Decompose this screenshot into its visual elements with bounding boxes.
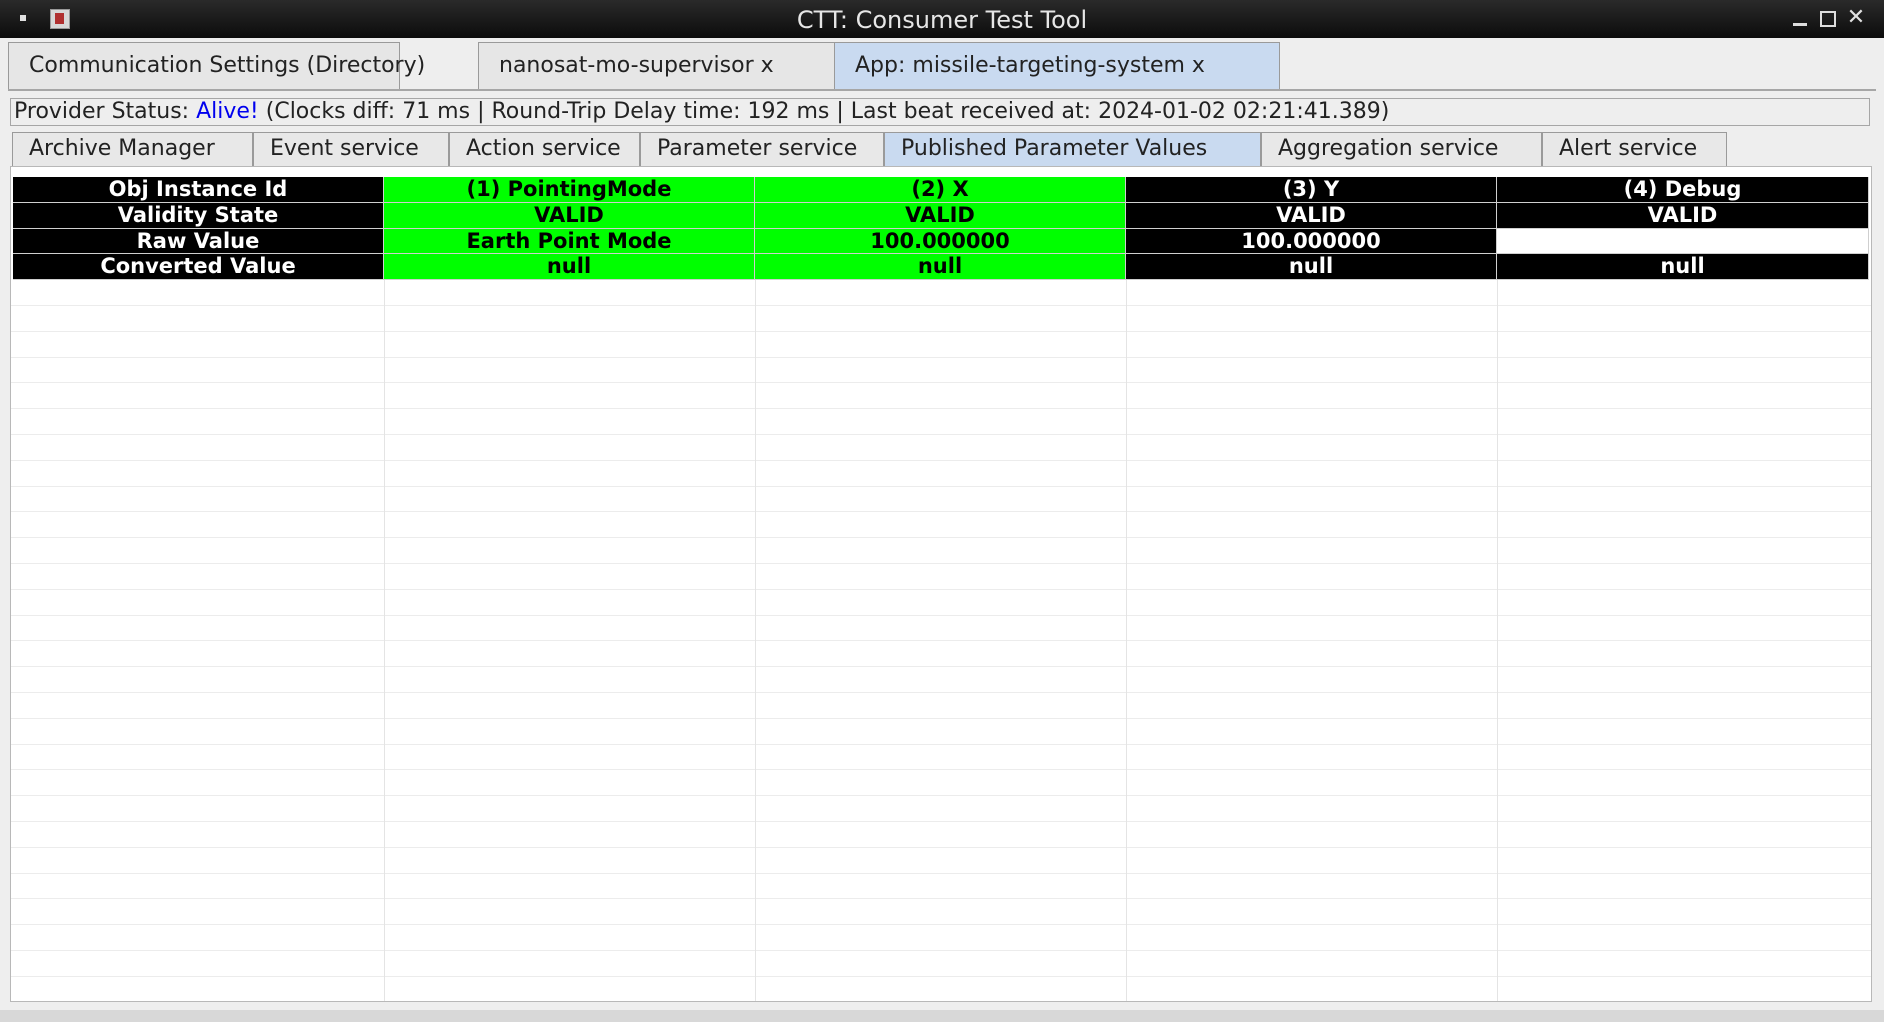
minimize-icon[interactable]	[1790, 8, 1810, 28]
cell-validity-x[interactable]: VALID	[755, 202, 1126, 229]
empty-table-row	[11, 796, 1871, 822]
window-title: CTT: Consumer Test Tool	[796, 6, 1088, 34]
empty-table-row	[11, 977, 1871, 1001]
table-row-raw-value[interactable]: Raw Value Earth Point Mode 100.000000 10…	[13, 228, 1869, 255]
window-bottom-edge	[0, 1010, 1884, 1022]
parameter-values-table: Obj Instance Id (1) PointingMode (2) X (…	[10, 166, 1872, 1002]
cell-validity-debug[interactable]: VALID	[1497, 202, 1869, 229]
tab-action-service[interactable]: Action service	[449, 132, 640, 166]
empty-table-row	[11, 383, 1871, 410]
cell-converted-debug[interactable]: null	[1497, 254, 1869, 281]
empty-table-row	[11, 461, 1871, 487]
cell-raw-y[interactable]: 100.000000	[1126, 228, 1497, 255]
status-prefix: Provider Status:	[14, 99, 197, 124]
tab-published-parameter-values[interactable]: Published Parameter Values	[884, 132, 1261, 166]
cell-converted-pointingmode[interactable]: null	[384, 254, 755, 281]
empty-table-row	[11, 848, 1871, 874]
table-row-validity-state[interactable]: Validity State VALID VALID VALID VALID	[13, 202, 1869, 229]
row-header-validity-state: Validity State	[13, 202, 384, 229]
empty-table-row	[11, 512, 1871, 539]
table-row-obj-instance-id[interactable]: Obj Instance Id (1) PointingMode (2) X (…	[13, 177, 1869, 203]
column-separator	[1126, 280, 1127, 1001]
empty-table-row	[11, 745, 1871, 771]
tab-alert-service[interactable]: Alert service	[1542, 132, 1727, 166]
empty-table-row	[11, 564, 1871, 590]
cell-validity-pointingmode[interactable]: VALID	[384, 202, 755, 229]
tab-communication-settings[interactable]: Communication Settings (Directory)	[8, 42, 425, 89]
close-icon[interactable]: ✕	[1846, 7, 1866, 29]
provider-status-bar: Provider Status: Alive! (Clocks diff: 71…	[10, 98, 1870, 126]
cell-converted-y[interactable]: null	[1126, 254, 1497, 281]
empty-table-row	[11, 719, 1871, 745]
maximize-icon[interactable]	[1818, 8, 1838, 28]
empty-table-row	[11, 538, 1871, 564]
empty-table-row	[11, 667, 1871, 693]
column-separator	[755, 280, 756, 1001]
empty-table-row	[11, 280, 1871, 306]
empty-table-row	[11, 306, 1871, 332]
empty-table-row	[11, 487, 1871, 513]
cell-converted-x[interactable]: null	[755, 254, 1126, 281]
cell-header-pointingmode[interactable]: (1) PointingMode	[384, 177, 755, 203]
empty-table-row	[11, 641, 1871, 668]
tab-missile-targeting-system[interactable]: App: missile-targeting-system x	[834, 42, 1280, 89]
status-alive: Alive!	[196, 99, 259, 124]
tab-bar-divider	[8, 89, 1876, 91]
empty-table-row	[11, 332, 1871, 358]
tab-archive-manager[interactable]: Archive Manager	[12, 132, 253, 166]
empty-table-row	[11, 899, 1871, 926]
empty-table-row	[11, 925, 1871, 951]
empty-table-row	[11, 951, 1871, 977]
title-bar: CTT: Consumer Test Tool ✕	[0, 0, 1884, 38]
row-header-obj-instance-id: Obj Instance Id	[13, 177, 384, 203]
empty-table-row	[11, 693, 1871, 719]
service-tab-bar: Archive Manager Event service Action ser…	[12, 132, 1872, 166]
empty-table-row	[11, 358, 1871, 384]
tab-event-service[interactable]: Event service	[253, 132, 449, 166]
cell-raw-pointingmode[interactable]: Earth Point Mode	[384, 228, 755, 255]
cell-raw-x[interactable]: 100.000000	[755, 228, 1126, 255]
cell-raw-debug[interactable]	[1497, 228, 1869, 255]
cell-header-x[interactable]: (2) X	[755, 177, 1126, 203]
empty-table-row	[11, 770, 1871, 797]
cell-header-y[interactable]: (3) Y	[1126, 177, 1497, 203]
column-separator	[1497, 280, 1498, 1001]
ctt-window: CTT: Consumer Test Tool ✕ Communication …	[0, 0, 1884, 1022]
cell-validity-y[interactable]: VALID	[1126, 202, 1497, 229]
cell-header-debug[interactable]: (4) Debug	[1497, 177, 1869, 203]
empty-table-row	[11, 409, 1871, 435]
app-tab-bar: Communication Settings (Directory) nanos…	[8, 40, 1876, 90]
tab-parameter-service[interactable]: Parameter service	[640, 132, 884, 166]
column-separator	[384, 280, 385, 1001]
tab-aggregation-service[interactable]: Aggregation service	[1261, 132, 1542, 166]
row-header-raw-value: Raw Value	[13, 228, 384, 255]
empty-table-row	[11, 822, 1871, 848]
table-row-converted-value[interactable]: Converted Value null null null null	[13, 254, 1869, 281]
status-details: (Clocks diff: 71 ms | Round-Trip Delay t…	[258, 99, 1390, 124]
empty-table-row	[11, 616, 1871, 642]
row-header-converted-value: Converted Value	[13, 254, 384, 281]
empty-table-row	[11, 435, 1871, 461]
tab-nanosat-mo-supervisor[interactable]: nanosat-mo-supervisor x	[478, 42, 856, 89]
empty-table-row	[11, 590, 1871, 616]
empty-table-row	[11, 874, 1871, 900]
